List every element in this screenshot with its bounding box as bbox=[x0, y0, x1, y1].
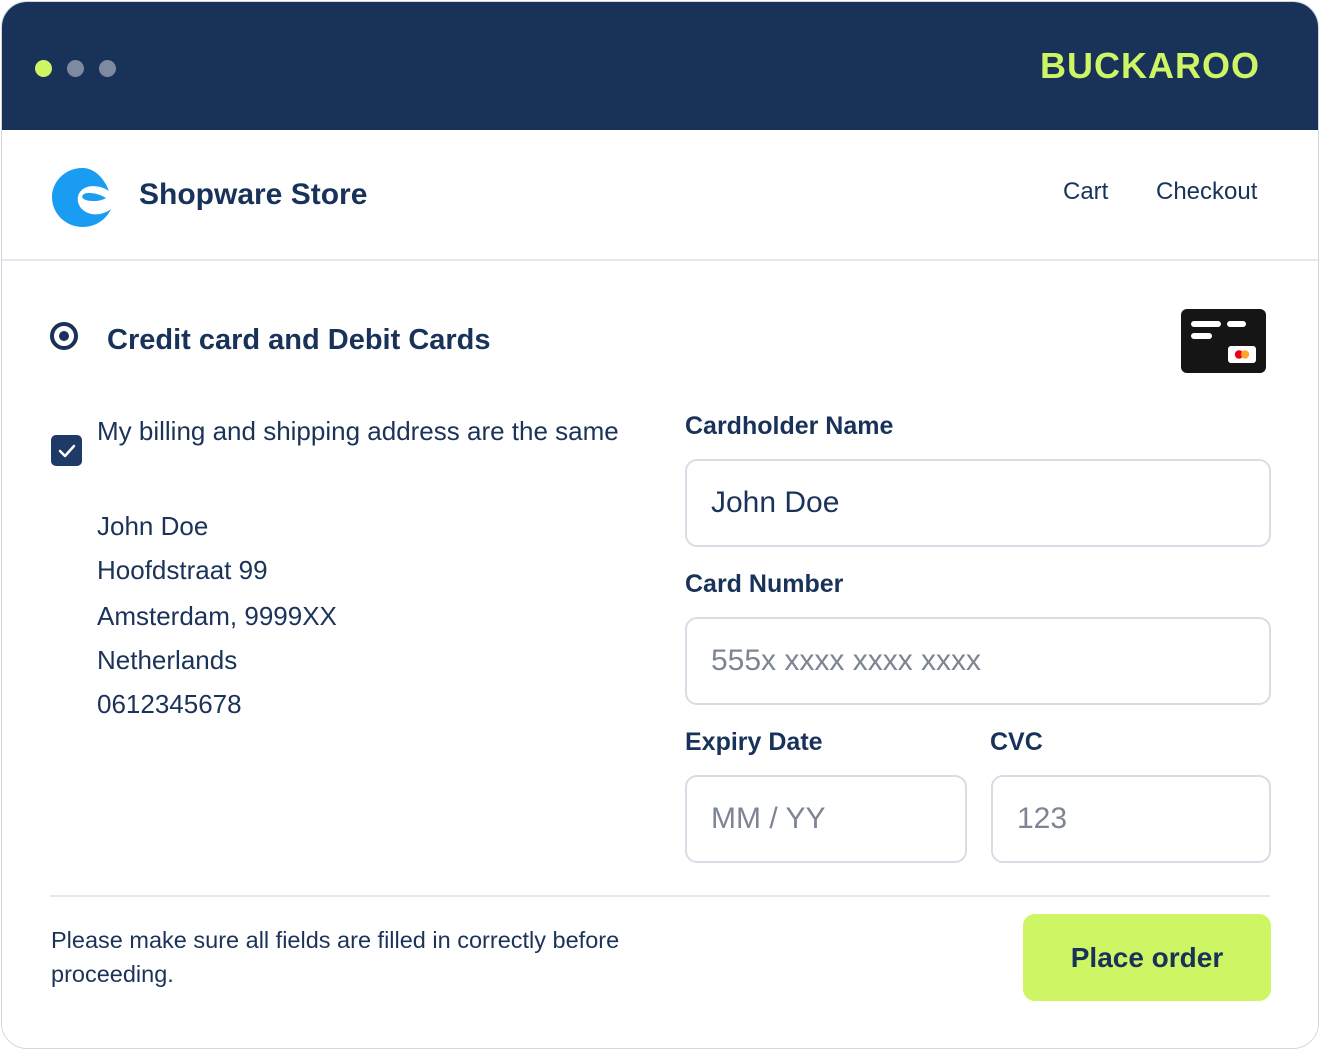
address-name: John Doe bbox=[97, 511, 209, 541]
cvc-label: CVC bbox=[990, 728, 1043, 756]
nav-checkout-link[interactable]: Checkout bbox=[1156, 178, 1257, 206]
credit-card-icon bbox=[1181, 309, 1266, 373]
store-header: Shopware Store Cart Checkout bbox=[2, 130, 1318, 261]
window-dot[interactable] bbox=[67, 60, 84, 77]
same-address-checkbox[interactable] bbox=[51, 435, 82, 466]
window-dot-active[interactable] bbox=[35, 60, 52, 77]
card-number-input[interactable] bbox=[685, 617, 1271, 705]
address-country: Netherlands bbox=[97, 645, 238, 675]
store-name: Shopware Store bbox=[139, 178, 368, 211]
address-street: Hoofdstraat 99 bbox=[97, 555, 268, 585]
shopware-logo-icon bbox=[52, 167, 111, 227]
window-dot[interactable] bbox=[99, 60, 116, 77]
checkmark-icon bbox=[58, 444, 75, 457]
browser-window: BUCKAROO Shopware Store Cart Checkout Cr… bbox=[1, 1, 1319, 1049]
place-order-button[interactable]: Place order bbox=[1023, 914, 1271, 1001]
address-city: Amsterdam, 9999XX bbox=[97, 601, 337, 631]
address-phone: 0612345678 bbox=[97, 689, 242, 719]
same-address-label[interactable]: My billing and shipping address are the … bbox=[97, 413, 637, 449]
payment-method-radio[interactable] bbox=[50, 322, 78, 350]
cardholder-name-input[interactable] bbox=[685, 459, 1271, 547]
footer-divider bbox=[50, 895, 1270, 897]
cardholder-name-label: Cardholder Name bbox=[685, 412, 894, 440]
buckaroo-logo: BUCKAROO bbox=[1040, 45, 1260, 86]
card-number-label: Card Number bbox=[685, 570, 844, 598]
expiry-date-input[interactable] bbox=[685, 775, 967, 863]
payment-method-label[interactable]: Credit card and Debit Cards bbox=[107, 324, 491, 357]
form-notice: Please make sure all fields are filled i… bbox=[51, 927, 620, 987]
expiry-date-label: Expiry Date bbox=[685, 728, 823, 756]
title-bar: BUCKAROO bbox=[2, 2, 1318, 130]
cvc-input[interactable] bbox=[991, 775, 1271, 863]
nav-cart-link[interactable]: Cart bbox=[1063, 178, 1108, 206]
